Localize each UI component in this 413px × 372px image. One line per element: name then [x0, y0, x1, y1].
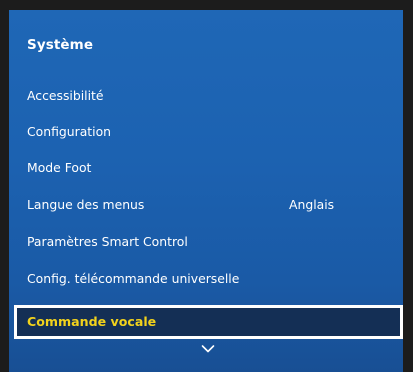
menu-item-label: Config. télécommande universelle [27, 271, 240, 286]
screen-frame: Système Accessibilité Configuration Mode… [0, 0, 413, 372]
menu-item-mode-foot[interactable]: Mode Foot [27, 158, 403, 178]
system-menu-panel: Système Accessibilité Configuration Mode… [9, 10, 403, 372]
menu-item-label: Paramètres Smart Control [27, 234, 188, 249]
menu-item-voice-control-selected[interactable]: Commande vocale [14, 305, 403, 339]
menu-item-label: Langue des menus [27, 197, 145, 212]
chevron-down-icon[interactable] [201, 344, 215, 354]
menu-item-label: Configuration [27, 124, 112, 139]
menu-item-configuration[interactable]: Configuration [27, 122, 403, 142]
menu-item-smart-control-settings[interactable]: Paramètres Smart Control [27, 232, 403, 252]
menu-item-label: Accessibilité [27, 88, 104, 103]
menu-item-accessibility[interactable]: Accessibilité [27, 86, 403, 106]
menu-language-value: Anglais [289, 197, 335, 212]
menu-item-menu-language[interactable]: Langue des menus Anglais [27, 195, 403, 215]
menu-item-label: Mode Foot [27, 160, 92, 175]
selected-item-label: Commande vocale [27, 314, 157, 329]
menu-item-universal-remote-setup[interactable]: Config. télécommande universelle [27, 269, 403, 289]
panel-title: Système [27, 37, 94, 53]
